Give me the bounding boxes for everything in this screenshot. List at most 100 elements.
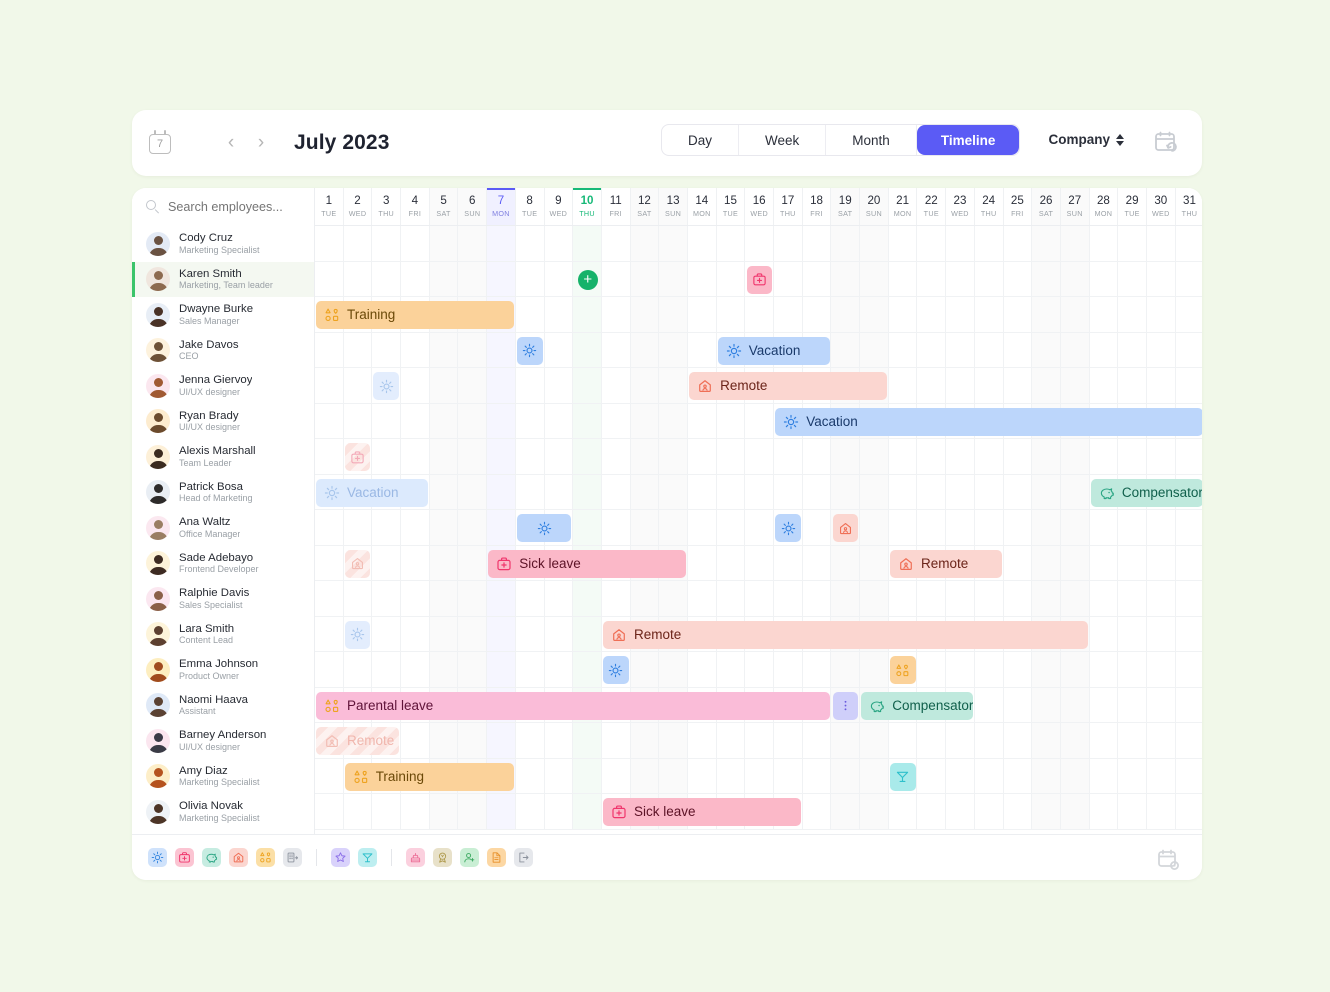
event-bar[interactable]: [890, 656, 916, 684]
timeline-cell[interactable]: [516, 439, 545, 474]
timeline-cell[interactable]: [659, 758, 688, 793]
timeline-cell[interactable]: [975, 261, 1004, 296]
timeline-cell[interactable]: [745, 439, 774, 474]
timeline-cell[interactable]: [516, 226, 545, 261]
timeline-cell[interactable]: [487, 368, 516, 403]
timeline-cell[interactable]: [659, 510, 688, 545]
event-bar[interactable]: [344, 620, 371, 649]
timeline-cell[interactable]: [1118, 510, 1147, 545]
timeline-cell[interactable]: [975, 581, 1004, 616]
timeline-cell[interactable]: [1147, 368, 1176, 403]
employee-row[interactable]: Amy Diaz Marketing Specialist: [132, 759, 314, 795]
legend-anniversary-button[interactable]: [406, 848, 425, 867]
timeline-cell[interactable]: [344, 794, 373, 829]
timeline-cell[interactable]: [315, 545, 344, 580]
event-bar[interactable]: Parental leave: [316, 691, 830, 720]
timeline-cell[interactable]: [1032, 758, 1061, 793]
legend-award-button[interactable]: [433, 848, 452, 867]
timeline-cell[interactable]: [659, 332, 688, 367]
timeline-cell[interactable]: [831, 652, 861, 687]
timeline-cell[interactable]: [803, 297, 832, 332]
timeline-cell[interactable]: [1032, 226, 1061, 261]
timeline-cell[interactable]: [831, 261, 861, 296]
timeline-cell[interactable]: [831, 439, 861, 474]
timeline-cell[interactable]: [975, 652, 1004, 687]
timeline-cell[interactable]: [659, 581, 688, 616]
timeline-cell[interactable]: [1090, 368, 1119, 403]
timeline-cell[interactable]: [975, 439, 1004, 474]
scope-selector[interactable]: Company: [1048, 132, 1124, 147]
timeline-cell[interactable]: [1060, 474, 1090, 509]
timeline-cell[interactable]: [717, 723, 746, 758]
timeline-cell[interactable]: [745, 652, 774, 687]
employee-row[interactable]: Olivia Novak Marketing Specialist: [132, 794, 314, 830]
timeline-cell[interactable]: [975, 474, 1004, 509]
timeline-cell[interactable]: [630, 581, 660, 616]
timeline-cell[interactable]: [688, 758, 717, 793]
timeline-cell[interactable]: [1118, 794, 1147, 829]
timeline-cell[interactable]: [372, 545, 402, 580]
timeline-cell[interactable]: [630, 652, 660, 687]
timeline-cell[interactable]: [1060, 723, 1090, 758]
timeline-cell[interactable]: [602, 261, 631, 296]
timeline-cell[interactable]: [745, 758, 774, 793]
timeline-cell[interactable]: [1118, 545, 1147, 580]
event-bar[interactable]: [344, 443, 371, 471]
day-header-cell[interactable]: 2 WED: [344, 188, 373, 225]
legend-birthday-button[interactable]: [331, 848, 350, 867]
timeline-cell[interactable]: [1090, 261, 1119, 296]
employee-row[interactable]: Naomi Haava Assistant: [132, 688, 314, 724]
timeline-cell[interactable]: [630, 297, 660, 332]
timeline-cell[interactable]: [429, 474, 459, 509]
timeline-cell[interactable]: [1118, 758, 1147, 793]
timeline-cell[interactable]: [602, 723, 631, 758]
timeline-cell[interactable]: [315, 261, 344, 296]
timeline-cell[interactable]: [717, 758, 746, 793]
day-header-cell[interactable]: 29 TUE: [1118, 188, 1147, 225]
timeline-cell[interactable]: [717, 474, 746, 509]
day-header-cell[interactable]: 27 SUN: [1060, 188, 1090, 225]
timeline-cell[interactable]: [487, 652, 516, 687]
timeline-cell[interactable]: [1090, 581, 1119, 616]
timeline-cell[interactable]: [745, 723, 774, 758]
event-bar[interactable]: Sick leave: [488, 549, 687, 578]
timeline-cell[interactable]: [545, 652, 574, 687]
timeline-cell[interactable]: [545, 794, 574, 829]
employee-row[interactable]: Barney Anderson UI/UX designer: [132, 723, 314, 759]
timeline-cell[interactable]: [372, 652, 402, 687]
timeline-cell[interactable]: [372, 261, 402, 296]
timeline-cell[interactable]: [774, 474, 803, 509]
timeline-cell[interactable]: [458, 616, 488, 651]
timeline-cell[interactable]: [917, 226, 947, 261]
day-header-cell[interactable]: 11 FRI: [602, 188, 631, 225]
timeline-cell[interactable]: [803, 794, 832, 829]
day-header-cell[interactable]: 12 SAT: [630, 188, 660, 225]
timeline-cell[interactable]: [659, 226, 688, 261]
timeline-cell[interactable]: [946, 474, 975, 509]
event-bar[interactable]: Vacation: [717, 336, 830, 365]
timeline-cell[interactable]: [545, 758, 574, 793]
timeline-cell[interactable]: [1118, 652, 1147, 687]
event-bar[interactable]: [832, 691, 859, 720]
timeline-cell[interactable]: [458, 403, 488, 438]
timeline-cell[interactable]: [1060, 581, 1090, 616]
view-day-button[interactable]: Day: [662, 125, 740, 155]
timeline-cell[interactable]: [573, 474, 602, 509]
timeline-cell[interactable]: [1176, 439, 1202, 474]
timeline-cell[interactable]: [917, 723, 947, 758]
timeline-cell[interactable]: [429, 616, 459, 651]
timeline-cell[interactable]: [1147, 261, 1176, 296]
timeline-cell[interactable]: [1118, 368, 1147, 403]
timeline-cell[interactable]: [831, 226, 861, 261]
timeline-cell[interactable]: [688, 510, 717, 545]
timeline-cell[interactable]: [1060, 510, 1090, 545]
timeline-cell[interactable]: [803, 474, 832, 509]
timeline-cell[interactable]: [545, 723, 574, 758]
timeline-cell[interactable]: [630, 368, 660, 403]
event-bar[interactable]: Vacation: [775, 407, 1202, 436]
timeline-cell[interactable]: [860, 723, 889, 758]
timeline-cell[interactable]: [1004, 758, 1033, 793]
timeline-cell[interactable]: [946, 723, 975, 758]
timeline-cell[interactable]: [602, 439, 631, 474]
timeline-cell[interactable]: [630, 403, 660, 438]
